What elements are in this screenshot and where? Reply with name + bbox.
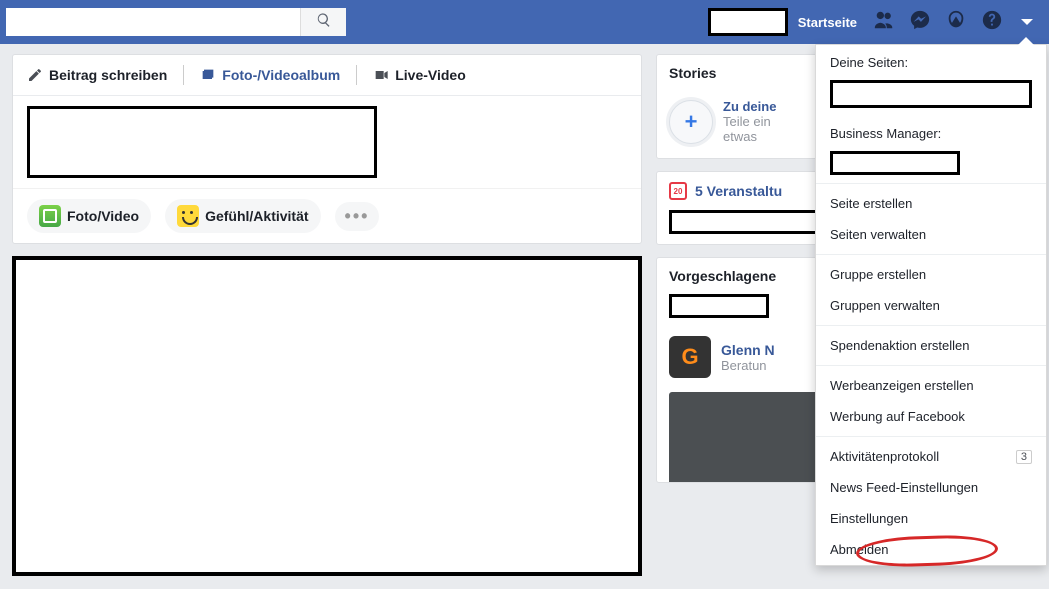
dropdown-settings[interactable]: Einstellungen <box>816 503 1046 534</box>
suggested-preview <box>669 392 823 482</box>
add-story-title: Zu deine <box>723 99 776 114</box>
top-icon-group <box>873 9 1033 36</box>
composer-more-button[interactable]: ••• <box>335 202 380 231</box>
suggested-item[interactable]: G Glenn N Beratun <box>657 328 835 386</box>
live-video-icon <box>373 67 389 83</box>
photo-album-icon <box>200 67 216 83</box>
account-menu-caret[interactable] <box>1021 19 1033 25</box>
composer-text-redacted[interactable] <box>27 106 377 178</box>
composer-tab-album-label: Foto-/Videoalbum <box>222 67 340 83</box>
dropdown-business-header: Business Manager: <box>816 116 1046 147</box>
stories-card: Stories + Zu deine Teile ein etwas <box>656 54 836 159</box>
suggested-title: Vorgeschlagene <box>657 258 835 294</box>
composer-tab-post-label: Beitrag schreiben <box>49 67 167 83</box>
events-link[interactable]: 5 Veranstaltu <box>657 172 835 210</box>
composer-tab-post[interactable]: Beitrag schreiben <box>27 67 167 83</box>
messenger-icon[interactable] <box>909 9 931 36</box>
home-link[interactable]: Startseite <box>798 15 857 30</box>
add-story-button[interactable]: + <box>669 100 713 144</box>
add-story-sub2: etwas <box>723 129 776 144</box>
dropdown-create-page[interactable]: Seite erstellen <box>816 188 1046 219</box>
dropdown-business-redacted[interactable] <box>830 151 960 175</box>
top-bar: Startseite <box>0 0 1049 44</box>
dropdown-logout[interactable]: Abmelden <box>816 534 1046 565</box>
dropdown-your-pages-header: Deine Seiten: <box>816 45 1046 76</box>
add-story-sub1: Teile ein <box>723 114 776 129</box>
events-redacted <box>669 210 823 234</box>
dropdown-ads-facebook[interactable]: Werbung auf Facebook <box>816 401 1046 432</box>
composer-card: Beitrag schreiben Foto-/Videoalbum Live-… <box>12 54 642 244</box>
composer-chip-feeling-label: Gefühl/Aktivität <box>205 208 308 224</box>
search-button[interactable] <box>300 8 346 36</box>
stories-title: Stories <box>657 55 835 91</box>
suggested-name: Glenn N <box>721 342 775 358</box>
photo-icon <box>39 205 61 227</box>
account-dropdown: Deine Seiten: Business Manager: Seite er… <box>815 44 1047 566</box>
friend-requests-icon[interactable] <box>873 9 895 36</box>
events-label: 5 Veranstaltu <box>695 183 782 199</box>
dropdown-activity-log[interactable]: Aktivitätenprotokoll 3 <box>816 441 1046 472</box>
search-icon <box>316 12 332 33</box>
suggested-card: Vorgeschlagene G Glenn N Beratun <box>656 257 836 483</box>
dropdown-create-ads[interactable]: Werbeanzeigen erstellen <box>816 370 1046 401</box>
events-card: 5 Veranstaltu <box>656 171 836 245</box>
suggested-sub: Beratun <box>721 358 775 373</box>
dropdown-create-group[interactable]: Gruppe erstellen <box>816 259 1046 290</box>
dropdown-manage-pages[interactable]: Seiten verwalten <box>816 219 1046 250</box>
search-container <box>6 8 346 36</box>
activity-log-badge: 3 <box>1016 450 1032 464</box>
user-name-redacted[interactable] <box>708 8 788 36</box>
dropdown-newsfeed-settings[interactable]: News Feed-Einstellungen <box>816 472 1046 503</box>
suggested-redacted <box>669 294 769 318</box>
dropdown-manage-groups[interactable]: Gruppen verwalten <box>816 290 1046 321</box>
dropdown-create-fundraiser[interactable]: Spendenaktion erstellen <box>816 330 1046 361</box>
composer-tab-album[interactable]: Foto-/Videoalbum <box>200 67 340 83</box>
composer-chip-photo[interactable]: Foto/Video <box>27 199 151 233</box>
dropdown-page-redacted[interactable] <box>830 80 1032 108</box>
feed-post-redacted <box>12 256 642 576</box>
calendar-icon <box>669 182 687 200</box>
suggested-avatar: G <box>669 336 711 378</box>
composer-chip-photo-label: Foto/Video <box>67 208 139 224</box>
pencil-icon <box>27 67 43 83</box>
help-icon[interactable] <box>981 9 1003 36</box>
feeling-icon <box>177 205 199 227</box>
composer-tab-live[interactable]: Live-Video <box>373 67 466 83</box>
composer-tab-live-label: Live-Video <box>395 67 466 83</box>
notifications-icon[interactable] <box>945 9 967 36</box>
search-input[interactable] <box>6 8 300 36</box>
composer-chip-feeling[interactable]: Gefühl/Aktivität <box>165 199 320 233</box>
